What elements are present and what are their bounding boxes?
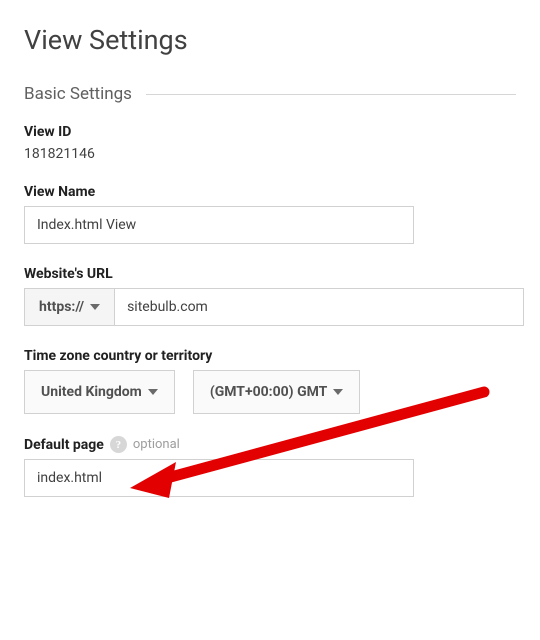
section-title: Basic Settings (24, 84, 132, 104)
website-url-label: Website's URL (24, 266, 516, 282)
default-page-label: Default page ? optional (24, 436, 516, 453)
view-name-input[interactable] (24, 206, 414, 244)
chevron-down-icon (333, 389, 343, 395)
view-id-label: View ID (24, 124, 516, 140)
optional-tag: optional (133, 437, 180, 452)
timezone-zone-select[interactable]: (GMT+00:00) GMT (193, 370, 361, 414)
chevron-down-icon (148, 389, 158, 395)
default-page-input[interactable] (24, 459, 414, 497)
url-protocol-select[interactable]: https:// (24, 288, 115, 326)
timezone-zone-value: (GMT+00:00) GMT (210, 384, 328, 400)
view-name-label: View Name (24, 184, 516, 200)
url-protocol-value: https:// (39, 299, 84, 315)
view-id-value: 181821146 (24, 146, 516, 162)
default-page-label-text: Default page (24, 437, 104, 453)
url-domain-input[interactable] (115, 288, 524, 326)
divider (146, 94, 516, 95)
section-header: Basic Settings (24, 84, 516, 104)
page-title: View Settings (24, 24, 516, 56)
timezone-country-select[interactable]: United Kingdom (24, 370, 175, 414)
view-id-field: View ID 181821146 (24, 124, 516, 162)
default-page-field: Default page ? optional (24, 436, 516, 497)
timezone-field: Time zone country or territory United Ki… (24, 348, 516, 414)
website-url-field: Website's URL https:// (24, 266, 516, 326)
timezone-label: Time zone country or territory (24, 348, 516, 364)
view-name-field: View Name (24, 184, 516, 244)
chevron-down-icon (90, 304, 100, 310)
timezone-country-value: United Kingdom (41, 384, 142, 400)
help-icon[interactable]: ? (110, 436, 127, 453)
